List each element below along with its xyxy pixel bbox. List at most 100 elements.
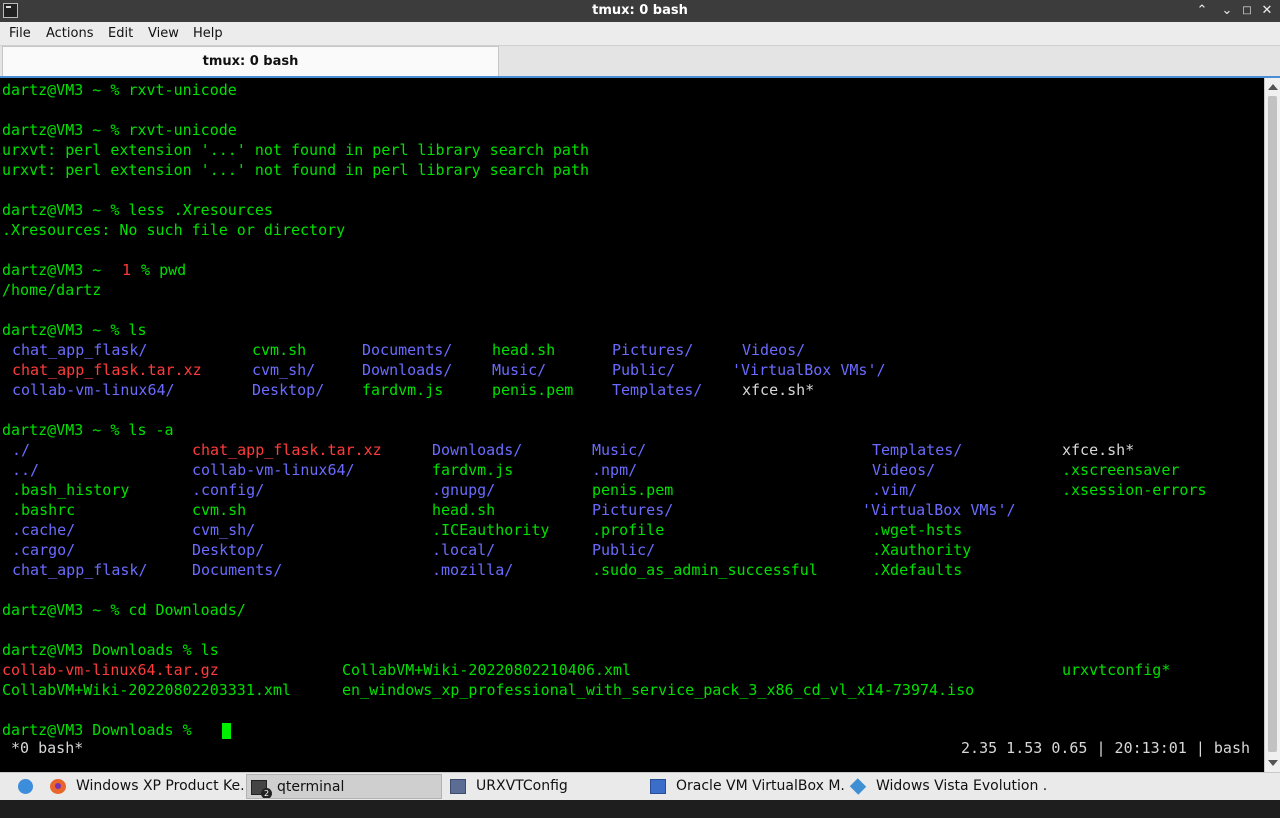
- terminal-scrollbar[interactable]: [1264, 78, 1280, 772]
- window-icon: [450, 779, 466, 794]
- terminal-line: .bash_history .config/ .gnupg/penis.pem .vi…: [2, 480, 1260, 500]
- taskbar: Windows XP Product Ke... qterminal URXVT…: [0, 772, 1280, 800]
- menu-actions[interactable]: Actions: [46, 26, 94, 41]
- terminal-text: dartz@VM3 Downloads % ls: [2, 641, 219, 659]
- terminal-text: chat_app_flask.tar.xz: [12, 361, 202, 379]
- terminal-text: Pictures/: [612, 341, 694, 359]
- terminal-text: chat_app_flask/: [12, 561, 148, 579]
- terminal-icon: [251, 780, 272, 798]
- terminal-text: cvm.sh: [252, 341, 307, 359]
- terminal-line: chat_app_flask/cvm.sh Documents/head.sh Pi…: [2, 340, 1260, 360]
- terminal-text: .Xdefaults: [872, 561, 963, 579]
- terminal-line: chat_app_flask.tar.xz cvm_sh/Downloads/Mu…: [2, 360, 1260, 380]
- maximize-icon[interactable]: ⌄: [1218, 2, 1236, 20]
- terminal-line: dartz@VM3 ~ 1 % pwd: [2, 260, 1260, 280]
- terminal-text: Templates/: [872, 441, 963, 459]
- terminal-text: .profile: [592, 521, 665, 539]
- terminal-line: .cache/cvm_sh/ .ICEauthority .profile .wget…: [2, 520, 1260, 540]
- terminal-text: .config/: [192, 481, 265, 499]
- terminal-text: dartz@VM3 ~: [2, 261, 111, 279]
- scroll-up-icon[interactable]: [1268, 84, 1278, 90]
- terminal-text: /home/dartz: [2, 281, 102, 299]
- terminal-line: urxvt: perl extension '...' not found in…: [2, 160, 1260, 180]
- terminal-line: chat_app_flask/Documents/ .mozilla/ .sudo_…: [2, 560, 1260, 580]
- terminal-text: urxvtconfig*: [1062, 661, 1171, 679]
- terminal-text: head.sh: [432, 501, 496, 519]
- scroll-down-icon[interactable]: [1268, 760, 1278, 766]
- terminal-text: ../: [12, 461, 40, 479]
- terminal-text: xfce.sh*: [1062, 441, 1135, 459]
- tab-bar: tmux: 0 bash: [0, 46, 1280, 78]
- terminal-text: dartz@VM3 ~ % rxvt-unicode: [2, 121, 237, 139]
- terminal-line: collab-vm-linux64/Desktop/fardvm.js penis…: [2, 380, 1260, 400]
- terminal-text: .wget-hsts: [872, 521, 963, 539]
- terminal-text: CollabVM+Wiki-20220802210406.xml: [342, 661, 631, 679]
- vista-icon: [849, 778, 867, 795]
- terminal-text: Music/: [592, 441, 647, 459]
- terminal-line: CollabVM+Wiki-20220802203331.xml en_windo…: [2, 680, 1260, 700]
- close-icon[interactable]: ✕: [1258, 2, 1276, 20]
- terminal-text: .bashrc: [12, 501, 76, 519]
- task-label: Oracle VM VirtualBox M...: [676, 778, 846, 794]
- terminal-output[interactable]: dartz@VM3 ~ % rxvt-unicode dartz@VM3 ~ % …: [0, 78, 1264, 772]
- terminal-text: .Xresources: No such file or directory: [2, 221, 346, 239]
- terminal-text: penis.pem: [492, 381, 574, 399]
- menu-view[interactable]: View: [148, 26, 179, 41]
- tmux-window-label: *0 bash*: [2, 739, 84, 757]
- terminal-text: .xscreensaver: [1062, 461, 1180, 479]
- terminal-line: dartz@VM3 ~ % ls: [2, 320, 1260, 340]
- terminal-text: Downloads/: [362, 361, 453, 379]
- terminal-text: urxvt: perl extension '...' not found in…: [2, 141, 589, 159]
- terminal-text: Downloads/: [432, 441, 523, 459]
- terminal-text: Music/: [492, 361, 547, 379]
- terminal-text: .cache/: [12, 521, 76, 539]
- terminal-text: cvm_sh/: [252, 361, 316, 379]
- terminal-line: /home/dartz: [2, 280, 1260, 300]
- terminal-text: .gnupg/: [432, 481, 496, 499]
- task-label: Windows XP Product Ke...: [76, 778, 246, 794]
- terminal-text: collab-vm-linux64.tar.gz: [2, 661, 219, 679]
- terminal-text: .Xauthority: [872, 541, 972, 559]
- task-urxvtconfig[interactable]: URXVTConfig: [446, 774, 642, 799]
- task-windows-xp-product-key[interactable]: Windows XP Product Ke...: [46, 774, 246, 799]
- terminal-text: .cargo/: [12, 541, 76, 559]
- terminal-text: xfce.sh*: [742, 381, 815, 399]
- terminal-text: .ICEauthority: [432, 521, 550, 539]
- terminal-line: ./ chat_app_flask.tar.xz Downloads/Music/T…: [2, 440, 1260, 460]
- terminal-text: .mozilla/: [432, 561, 514, 579]
- terminal-line: .Xresources: No such file or directory: [2, 220, 1260, 240]
- tab-tmux-bash[interactable]: tmux: 0 bash: [2, 46, 499, 76]
- menu-help[interactable]: Help: [193, 26, 223, 41]
- terminal-text: Public/: [612, 361, 676, 379]
- firefox-icon: [50, 779, 66, 794]
- terminal-text: Videos/: [742, 341, 806, 359]
- terminal-text: CollabVM+Wiki-20220802203331.xml: [2, 681, 291, 699]
- terminal-line: urxvt: perl extension '...' not found in…: [2, 140, 1260, 160]
- terminal-text: chat_app_flask.tar.xz: [192, 441, 382, 459]
- terminal-text: .xsession-errors: [1062, 481, 1207, 499]
- terminal-text: 'VirtualBox VMs'/: [862, 501, 1016, 519]
- restore-icon[interactable]: □: [1238, 2, 1256, 20]
- task-widows-vista-evolution[interactable]: Widows Vista Evolution ...: [846, 774, 1046, 799]
- terminal-line: dartz@VM3 Downloads % ls: [2, 640, 1260, 660]
- menu-file[interactable]: File: [9, 26, 31, 41]
- task-qterminal[interactable]: qterminal: [246, 774, 442, 799]
- app-menu-icon[interactable]: [18, 779, 33, 794]
- terminal-text: Videos/: [872, 461, 936, 479]
- terminal-line: .bashrc cvm.sh head.sh Pictures/ 'VirtualBox…: [2, 500, 1260, 520]
- minimize-icon[interactable]: ⌃: [1193, 2, 1211, 20]
- terminal-text: 'VirtualBox VMs'/: [732, 361, 886, 379]
- terminal-text: dartz@VM3 ~ % ls -a: [2, 421, 174, 439]
- scrollbar-thumb[interactable]: [1268, 96, 1277, 752]
- terminal-text: ./: [12, 441, 31, 459]
- terminal-text: collab-vm-linux64/: [192, 461, 355, 479]
- task-oracle-vm-virtualbox[interactable]: Oracle VM VirtualBox M...: [646, 774, 846, 799]
- window-titlebar[interactable]: tmux: 0 bash ⌃ ⌄ □ ✕: [0, 0, 1280, 22]
- menu-bar: File Actions Edit View Help: [0, 22, 1280, 46]
- terminal-text: .bash_history: [12, 481, 130, 499]
- terminal-line: dartz@VM3 ~ % rxvt-unicode: [2, 120, 1260, 140]
- terminal-text: Templates/: [612, 381, 703, 399]
- terminal-line: dartz@VM3 Downloads %: [2, 720, 1260, 740]
- menu-edit[interactable]: Edit: [108, 26, 133, 41]
- terminal-text: fardvm.js: [432, 461, 514, 479]
